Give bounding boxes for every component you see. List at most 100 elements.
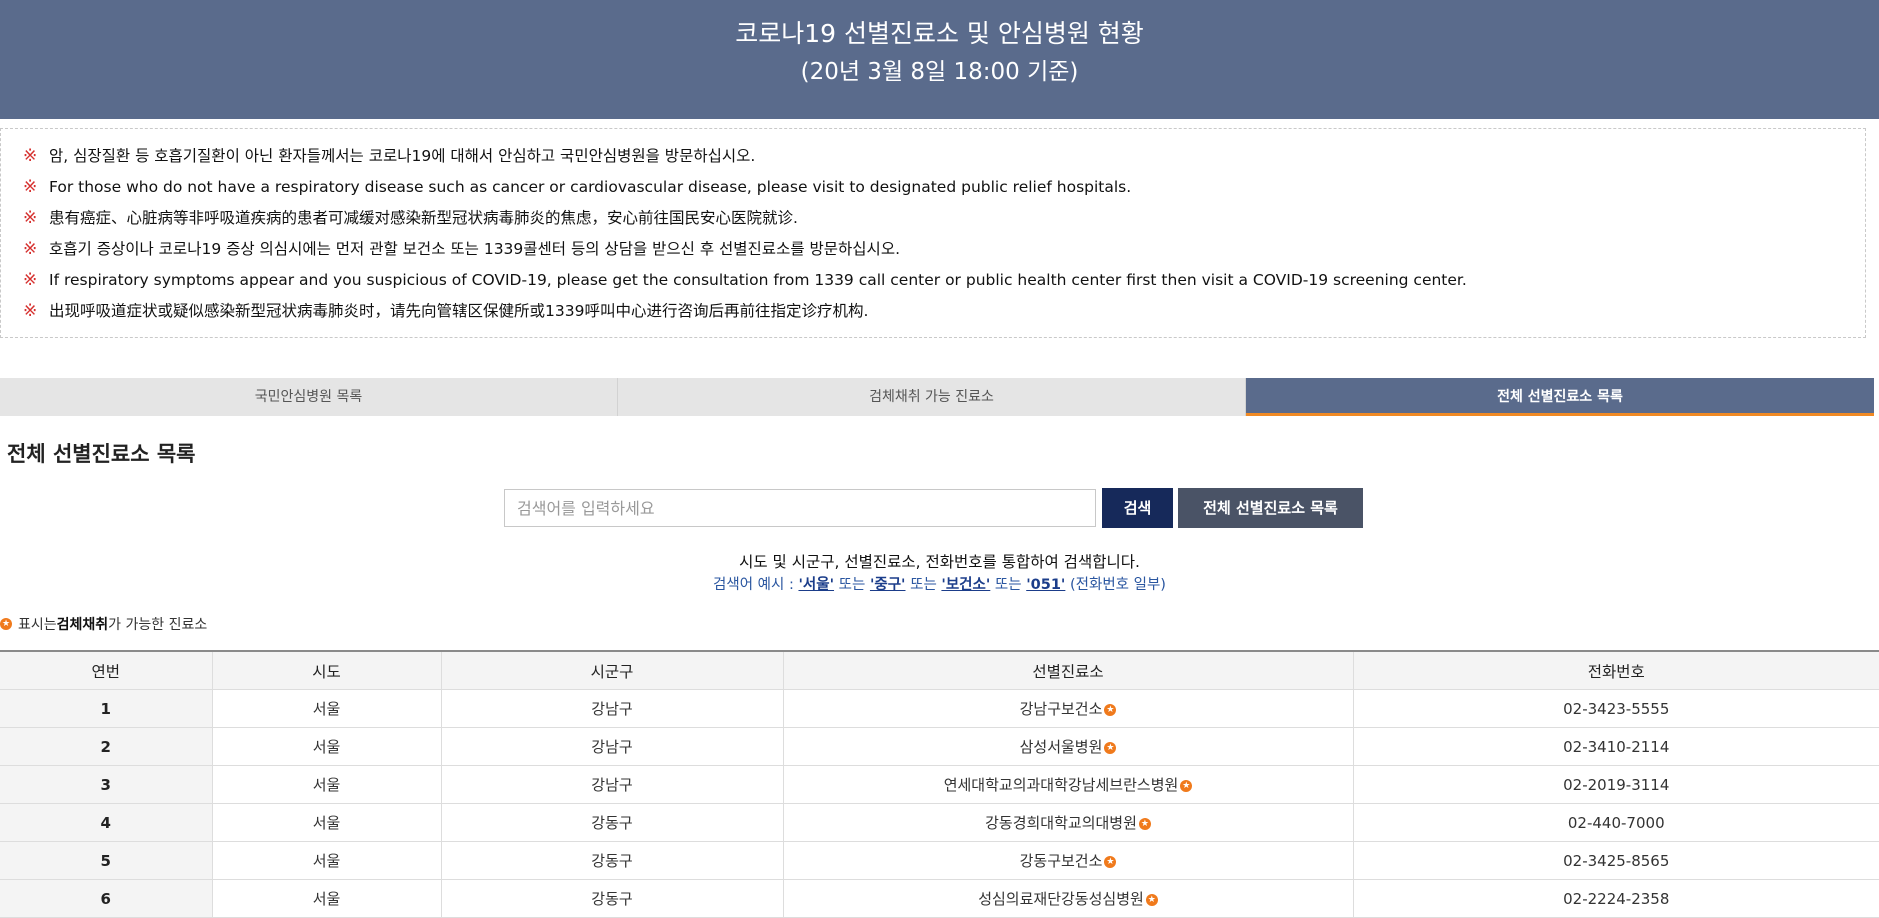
tab-sampling-clinics[interactable]: 검체채취 가능 진료소 — [618, 378, 1246, 416]
cell-phone: 02-3410-2114 — [1353, 727, 1879, 766]
table-row: 2 서울 강남구 삼성서울병원 ★ 02-3410-2114 — [0, 727, 1879, 766]
notice-item: ※ 암, 심장질환 등 호흡기질환이 아닌 환자들께서는 코로나19에 대해서 안… — [23, 141, 1865, 172]
reference-mark-icon: ※ — [23, 146, 38, 166]
table-row: 1 서울 강남구 강남구보건소 ★ 02-3423-5555 — [0, 689, 1879, 728]
column-header-sido: 시도 — [212, 650, 442, 690]
example-link-bogeonso[interactable]: '보건소' — [941, 577, 990, 593]
legend-text-bold: 검체채취 — [56, 617, 109, 633]
notice-text: 암, 심장질환 등 호흡기질환이 아닌 환자들께서는 코로나19에 대해서 안심… — [49, 147, 756, 165]
cell-phone: 02-2224-2358 — [1353, 879, 1879, 918]
example-link-051[interactable]: '051' — [1026, 577, 1065, 593]
search-button[interactable]: 검색 — [1102, 488, 1173, 528]
clinic-name: 강남구보건소 — [1019, 700, 1103, 718]
cell-clinic: 강동경희대학교의대병원 ★ — [783, 803, 1354, 842]
notice-item: ※ For those who do not have a respiratory… — [23, 172, 1865, 203]
page-title: 코로나19 선별진료소 및 안심병원 현황 — [735, 19, 1144, 48]
table-header-row: 연번 시도 시군구 선별진료소 전화번호 — [0, 650, 1879, 690]
example-separator: 또는 — [905, 577, 942, 593]
cell-no: 5 — [0, 841, 213, 880]
cell-sido: 서울 — [212, 841, 442, 880]
example-prefix: 검색어 예시 : — [713, 577, 799, 593]
cell-sigungu: 강남구 — [441, 765, 784, 804]
tab-bar: 국민안심병원 목록 검체채취 가능 진료소 전체 선별진료소 목록 — [0, 378, 1874, 416]
cell-sigungu: 강동구 — [441, 841, 784, 880]
column-header-phone: 전화번호 — [1353, 650, 1879, 690]
legend-text-before: 표시는 — [18, 617, 57, 633]
notice-box: ※ 암, 심장질환 등 호흡기질환이 아닌 환자들께서는 코로나19에 대해서 안… — [0, 128, 1866, 338]
cell-sido: 서울 — [212, 765, 442, 804]
example-link-seoul[interactable]: '서울' — [798, 577, 834, 593]
cell-no: 2 — [0, 727, 213, 766]
cell-sido: 서울 — [212, 803, 442, 842]
sample-available-icon: ★ — [1104, 703, 1117, 716]
sample-available-icon: ★ — [1104, 855, 1117, 868]
reference-mark-icon: ※ — [23, 208, 38, 228]
example-separator: 또는 — [990, 577, 1027, 593]
sample-available-icon: ★ — [1180, 779, 1193, 792]
notice-text: 出现呼吸道症状或疑似感染新型冠状病毒肺炎时，请先向管辖区保健所或1339呼叫中心… — [49, 302, 869, 320]
clinic-name: 강동경희대학교의대병원 — [985, 814, 1137, 832]
example-link-junggu[interactable]: '중구' — [870, 577, 906, 593]
notice-item: ※ 出现呼吸道症状或疑似感染新型冠状病毒肺炎时，请先向管辖区保健所或1339呼叫中… — [23, 296, 1865, 327]
clinic-table: 연번 시도 시군구 선별진료소 전화번호 1 서울 강남구 강남구보건소 ★ 02… — [0, 650, 1879, 918]
notice-item: ※ If respiratory symptoms appear and you … — [23, 265, 1865, 296]
tab-safe-hospitals[interactable]: 국민안심병원 목록 — [0, 378, 618, 416]
tab-all-screening-clinics[interactable]: 전체 선별진료소 목록 — [1246, 378, 1874, 416]
cell-clinic: 삼성서울병원 ★ — [783, 727, 1354, 766]
all-clinics-button[interactable]: 전체 선별진료소 목록 — [1178, 488, 1363, 528]
cell-no: 4 — [0, 803, 213, 842]
search-help-text: 시도 및 시군구, 선별진료소, 전화번호를 통합하여 검색합니다. — [739, 553, 1140, 571]
cell-sigungu: 강동구 — [441, 803, 784, 842]
notice-text: For those who do not have a respiratory … — [49, 178, 1132, 196]
search-example-line: 검색어 예시 : '서울' 또는 '중구' 또는 '보건소' 또는 '051' … — [0, 573, 1879, 594]
cell-clinic: 성심의료재단강동성심병원 ★ — [783, 879, 1354, 918]
reference-mark-icon: ※ — [23, 177, 38, 197]
page-subtitle: (20년 3월 8일 18:00 기준) — [800, 59, 1079, 85]
clinic-name: 성심의료재단강동성심병원 — [978, 890, 1144, 908]
cell-phone: 02-3425-8565 — [1353, 841, 1879, 880]
cell-sigungu: 강남구 — [441, 689, 784, 728]
cell-clinic: 연세대학교의과대학강남세브란스병원 ★ — [783, 765, 1354, 804]
table-row: 4 서울 강동구 강동경희대학교의대병원 ★ 02-440-7000 — [0, 803, 1879, 842]
table-row: 5 서울 강동구 강동구보건소 ★ 02-3425-8565 — [0, 841, 1879, 880]
legend-text-after: 가 가능한 진료소 — [108, 617, 208, 633]
reference-mark-icon: ※ — [23, 301, 38, 321]
cell-sigungu: 강동구 — [441, 879, 784, 918]
cell-no: 3 — [0, 765, 213, 804]
cell-sido: 서울 — [212, 879, 442, 918]
sampling-legend: ★ 표시는 검체채취 가 가능한 진료소 — [0, 614, 207, 634]
cell-no: 6 — [0, 879, 213, 918]
notice-text: If respiratory symptoms appear and you s… — [49, 271, 1467, 289]
search-input[interactable] — [504, 489, 1096, 527]
sample-available-icon: ★ — [1138, 817, 1151, 830]
cell-clinic: 강동구보건소 ★ — [783, 841, 1354, 880]
cell-clinic: 강남구보건소 ★ — [783, 689, 1354, 728]
clinic-name: 연세대학교의과대학강남세브란스병원 — [943, 776, 1179, 794]
notice-text: 호흡기 증상이나 코로나19 증상 의심시에는 먼저 관할 보건소 또는 133… — [49, 240, 901, 258]
page-header: 코로나19 선별진료소 및 안심병원 현황 (20년 3월 8일 18:00 기… — [0, 0, 1879, 119]
column-header-sigungu: 시군구 — [441, 650, 784, 690]
reference-mark-icon: ※ — [23, 270, 38, 290]
sample-available-icon: ★ — [1104, 741, 1117, 754]
clinic-name: 강동구보건소 — [1019, 852, 1103, 870]
cell-no: 1 — [0, 689, 213, 728]
notice-item: ※ 호흡기 증상이나 코로나19 증상 의심시에는 먼저 관할 보건소 또는 13… — [23, 234, 1865, 265]
example-separator: 또는 — [834, 577, 870, 593]
cell-sido: 서울 — [212, 727, 442, 766]
sample-available-icon: ★ — [1145, 893, 1158, 906]
table-row: 3 서울 강남구 연세대학교의과대학강남세브란스병원 ★ 02-2019-3114 — [0, 765, 1879, 804]
table-row: 6 서울 강동구 성심의료재단강동성심병원 ★ 02-2224-2358 — [0, 879, 1879, 918]
notice-item: ※ 患有癌症、心脏病等非呼吸道疾病的患者可减缓对感染新型冠状病毒肺炎的焦虑，安心前… — [23, 203, 1865, 234]
notice-text: 患有癌症、心脏病等非呼吸道疾病的患者可减缓对感染新型冠状病毒肺炎的焦虑，安心前往… — [49, 209, 798, 227]
cell-phone: 02-440-7000 — [1353, 803, 1879, 842]
clinic-name: 삼성서울병원 — [1019, 738, 1103, 756]
column-header-clinic: 선별진료소 — [783, 650, 1354, 690]
reference-mark-icon: ※ — [23, 239, 38, 259]
cell-sido: 서울 — [212, 689, 442, 728]
section-title: 전체 선별진료소 목록 — [7, 442, 196, 466]
sample-available-icon: ★ — [0, 618, 12, 630]
cell-phone: 02-2019-3114 — [1353, 765, 1879, 804]
cell-phone: 02-3423-5555 — [1353, 689, 1879, 728]
column-header-no: 연번 — [0, 650, 213, 690]
notice-list: ※ 암, 심장질환 등 호흡기질환이 아닌 환자들께서는 코로나19에 대해서 안… — [1, 129, 1865, 327]
